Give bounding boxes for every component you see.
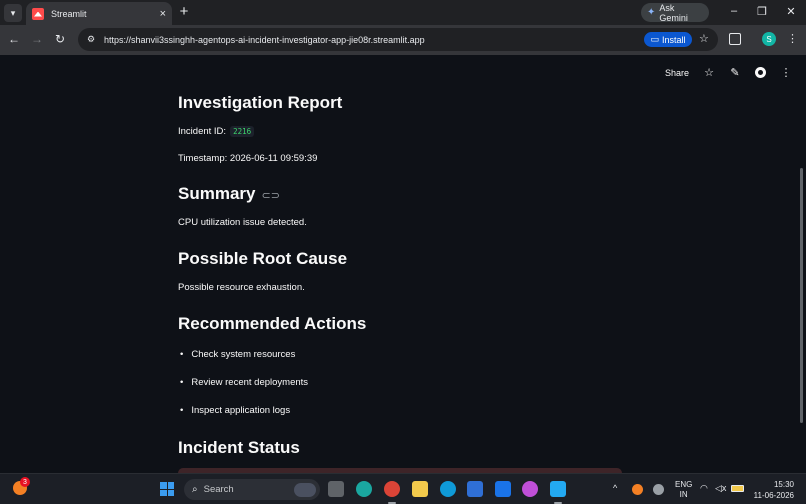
chrome-menu-icon[interactable]: ⋮ — [787, 32, 798, 45]
tray-overflow-chevron-icon[interactable]: ^ — [613, 483, 617, 493]
windows-taskbar: 3 ⌕ Search ^ ENG IN ◠ ◁x 15:30 11-06-202… — [0, 473, 806, 504]
clock-time: 15:30 — [773, 480, 794, 489]
vscode-app-icon[interactable] — [550, 481, 566, 497]
page-scrollbar[interactable] — [800, 168, 803, 423]
ask-gemini-button[interactable]: ✦ Ask Gemini — [641, 2, 709, 23]
browser-tab-streamlit[interactable]: Streamlit × — [26, 2, 172, 25]
list-item: Inspect application logs — [178, 405, 290, 416]
onedrive-tray-icon[interactable] — [653, 484, 664, 495]
window-close-button[interactable]: ✕ — [784, 5, 798, 18]
summary-heading: Summary ⊂⊃ — [178, 184, 280, 204]
browser-toolbar: ← → ↻ ⚙ https://shanvii3ssinghh-agentops… — [0, 25, 806, 55]
anchor-link-icon[interactable]: ⊂⊃ — [261, 190, 279, 202]
install-label: Install — [662, 34, 686, 45]
windows-start-icon[interactable] — [160, 482, 174, 496]
app-menu-icon[interactable]: ⋮ — [780, 66, 792, 79]
root-cause-text: Possible resource exhaustion. — [178, 282, 305, 293]
taskbar-search-box[interactable]: ⌕ Search — [184, 479, 320, 500]
root-cause-heading: Possible Root Cause — [178, 249, 348, 268]
streamlit-favicon-icon — [32, 7, 44, 20]
streamlit-header: Share ☆ ✎ ⋮ — [665, 66, 792, 79]
install-app-button[interactable]: ▭ Install — [644, 32, 692, 47]
window-restore-button[interactable]: ❐ — [755, 5, 769, 18]
system-clock[interactable]: 15:30 11-06-2026 — [752, 479, 794, 501]
language-indicator[interactable]: ENG IN — [675, 480, 692, 500]
search-label: Search — [203, 484, 234, 495]
browser-tab-strip: ▾ Streamlit × + ✦ Ask Gemini – ❐ ✕ — [0, 0, 806, 25]
summary-heading-text: Summary — [178, 184, 256, 203]
incident-id-line: Incident ID: 2216 — [178, 126, 255, 137]
list-item: Check system resources — [178, 349, 295, 360]
notification-count-badge: 3 — [20, 477, 30, 487]
site-info-icon[interactable]: ⚙ — [84, 33, 98, 47]
clock-date: 11-06-2026 — [753, 491, 794, 500]
language-secondary: IN — [679, 490, 688, 499]
wifi-icon[interactable]: ◠ — [700, 483, 708, 494]
bookmark-star-icon[interactable]: ☆ — [699, 32, 709, 45]
profile-avatar[interactable]: S — [762, 32, 776, 46]
install-monitor-icon: ▭ — [650, 34, 659, 44]
streamlit-app-page: Share ☆ ✎ ⋮ Investigation Report Inciden… — [0, 55, 806, 473]
ask-gemini-label: Ask Gemini — [659, 2, 688, 23]
task-view-icon[interactable] — [328, 481, 344, 497]
store-app-icon[interactable] — [467, 481, 483, 497]
outlook-app-icon[interactable] — [495, 481, 511, 497]
address-bar[interactable]: ⚙ https://shanvii3ssinghh-agentops-ai-in… — [78, 28, 718, 51]
new-tab-button[interactable]: + — [176, 4, 192, 20]
github-icon[interactable] — [755, 67, 766, 78]
window-minimize-button[interactable]: – — [727, 5, 741, 17]
file-explorer-icon[interactable] — [412, 481, 428, 497]
reload-button[interactable]: ↻ — [52, 32, 68, 46]
actions-heading: Recommended Actions — [178, 314, 367, 333]
status-heading: Incident Status — [178, 438, 300, 457]
report-title: Investigation Report — [178, 93, 343, 112]
timestamp-text: Timestamp: 2026-06-11 09:59:39 — [178, 153, 318, 164]
extensions-puzzle-icon[interactable] — [729, 33, 741, 45]
back-button[interactable]: ← — [6, 32, 22, 46]
copilot-app-icon[interactable] — [356, 481, 372, 497]
incident-id-label: Incident ID: — [178, 126, 227, 137]
copilot-m365-icon[interactable] — [522, 481, 538, 497]
volume-muted-icon[interactable]: ◁x — [715, 483, 726, 494]
sync-tray-icon[interactable] — [632, 484, 643, 495]
chrome-app-icon[interactable] — [384, 481, 400, 497]
gemini-sparkle-icon: ✦ — [647, 7, 656, 18]
tab-close-icon[interactable]: × — [160, 8, 166, 20]
list-item: Review recent deployments — [178, 377, 308, 388]
forward-button[interactable]: → — [29, 32, 45, 46]
url-text[interactable]: https://shanvii3ssinghh-agentops-ai-inci… — [104, 35, 718, 45]
tab-search-chevron-icon[interactable]: ▾ — [4, 4, 22, 22]
battery-icon[interactable] — [731, 485, 744, 492]
search-highlight-icon — [294, 482, 316, 497]
search-icon: ⌕ — [192, 484, 198, 495]
edge-app-icon[interactable] — [440, 481, 456, 497]
favorite-star-icon[interactable]: ☆ — [703, 66, 715, 79]
tab-title: Streamlit — [51, 8, 87, 19]
edit-pencil-icon[interactable]: ✎ — [729, 66, 741, 79]
share-button[interactable]: Share — [665, 68, 689, 78]
incident-id-code: 2216 — [230, 126, 255, 137]
language-primary: ENG — [675, 480, 693, 489]
summary-text: CPU utilization issue detected. — [178, 217, 307, 228]
